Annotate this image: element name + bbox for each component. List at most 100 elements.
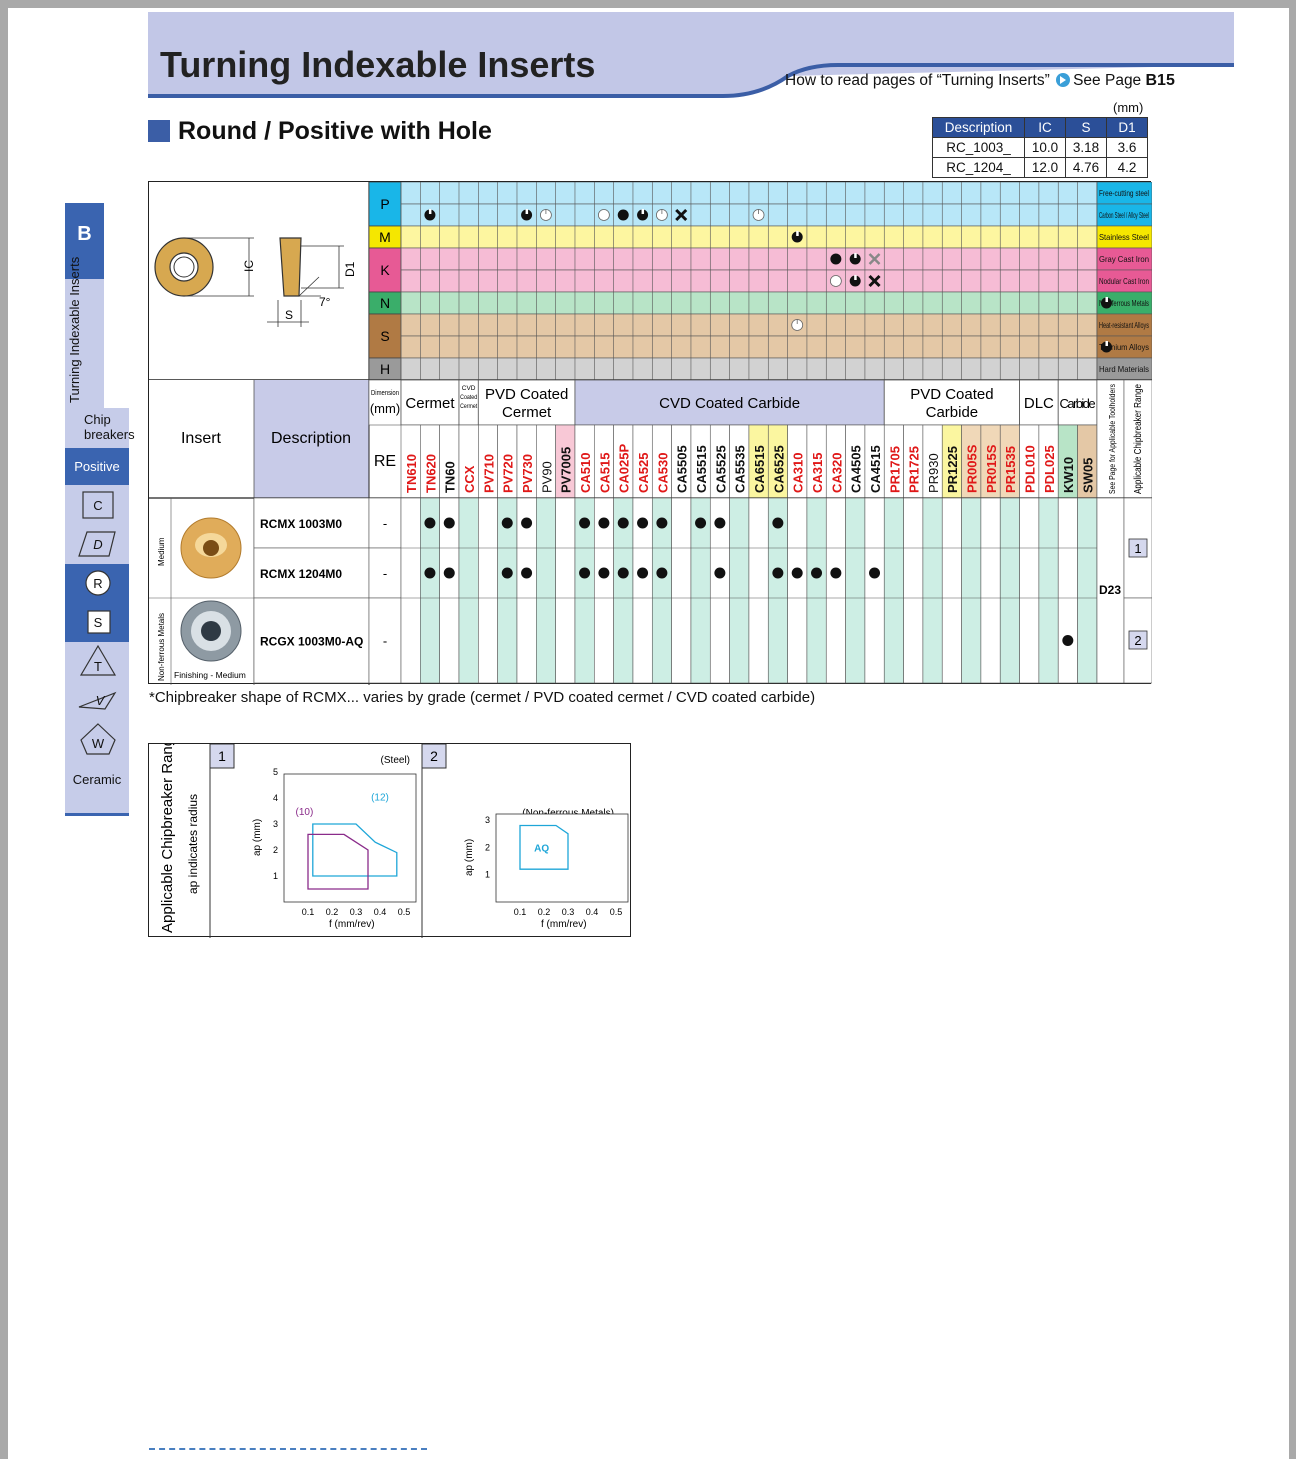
grade-label: CA310 bbox=[791, 453, 806, 493]
dim-cell: 3.18 bbox=[1065, 137, 1107, 158]
re-value: - bbox=[383, 634, 387, 649]
range-number: 1 bbox=[1134, 541, 1141, 556]
available-dot-icon bbox=[424, 567, 436, 579]
x-tick: 0.5 bbox=[398, 907, 411, 917]
half-circle-notch bbox=[1105, 297, 1108, 302]
grade-label: CA5525 bbox=[713, 445, 728, 493]
region-label: (12) bbox=[371, 793, 389, 804]
x-tick: 0.3 bbox=[562, 907, 575, 917]
grade-label: CA025P bbox=[617, 444, 632, 493]
grade-column bbox=[1057, 497, 1078, 684]
grade-column bbox=[961, 497, 982, 684]
available-dot-icon bbox=[443, 517, 455, 529]
grade-column bbox=[806, 497, 827, 684]
material-letter: K bbox=[380, 262, 390, 278]
grade-label: PR1725 bbox=[907, 446, 922, 493]
grade-label: PDL010 bbox=[1023, 445, 1038, 493]
x-tick: 0.2 bbox=[326, 907, 339, 917]
group-label: DLC bbox=[1024, 395, 1054, 412]
half-circle-notch bbox=[428, 209, 432, 214]
x-tick: 0.2 bbox=[538, 907, 551, 917]
y-tick: 1 bbox=[273, 871, 278, 881]
dim-cell: 10.0 bbox=[1024, 137, 1066, 158]
insert-side bbox=[279, 237, 302, 297]
available-dot-icon bbox=[656, 567, 668, 579]
material-name: Nodular Cast Iron bbox=[1099, 277, 1149, 286]
footnote: *Chipbreaker shape of RCMX... varies by … bbox=[149, 689, 816, 706]
ic-label: IC bbox=[242, 260, 256, 272]
dim-cell: 3.6 bbox=[1106, 137, 1148, 158]
y-tick: 2 bbox=[485, 842, 490, 852]
open-circle-icon bbox=[597, 209, 610, 221]
nav-shape-w[interactable]: W bbox=[65, 720, 129, 759]
grade-column bbox=[845, 497, 866, 684]
grade-column bbox=[555, 497, 576, 684]
nav-chip-breakers[interactable]: Chip breakers bbox=[65, 412, 135, 448]
grade-label: PR930 bbox=[926, 453, 941, 493]
shape-t-icon: T bbox=[79, 644, 117, 676]
group-label: Carbide bbox=[926, 404, 979, 421]
available-dot-icon bbox=[791, 567, 803, 579]
dimension-header: Dimension bbox=[371, 388, 399, 397]
shape-nav: Chip breakers Positive C D R S T V W Ceramic bbox=[65, 408, 135, 816]
see-page-ref[interactable]: B15 bbox=[1146, 72, 1175, 89]
group-label: Cermet bbox=[502, 404, 552, 421]
nav-shape-r[interactable]: R bbox=[65, 564, 129, 603]
x-tick: 0.4 bbox=[586, 907, 599, 917]
available-dot-icon bbox=[695, 517, 707, 529]
box-subtitle: ap indicates radius bbox=[186, 794, 200, 894]
shape-v-icon: V bbox=[78, 691, 117, 710]
range-number: 2 bbox=[1134, 633, 1141, 648]
chapter-tab-text: Turning Indexable Inserts bbox=[67, 256, 82, 403]
arrow-right-icon bbox=[1056, 73, 1071, 87]
material-name: Hard Materials bbox=[1099, 365, 1149, 374]
dim-cell: 4.76 bbox=[1065, 157, 1107, 178]
group-label: PVD Coated bbox=[485, 386, 568, 403]
nav-shape-t[interactable]: T bbox=[65, 642, 129, 681]
box-title: Applicable Chipbreaker Range bbox=[159, 744, 176, 933]
grade-column bbox=[787, 497, 808, 684]
grade-label: CA6525 bbox=[771, 445, 786, 493]
nav-positive[interactable]: Positive bbox=[65, 448, 129, 485]
grade-label: CA4505 bbox=[849, 445, 864, 493]
shape-r-icon: R bbox=[85, 570, 111, 596]
grade-column bbox=[536, 497, 556, 684]
group-label: CVD bbox=[462, 385, 476, 392]
d1-label: D1 bbox=[343, 261, 357, 277]
dim-cell: RC_1204_ bbox=[932, 157, 1025, 178]
material-name: Heat-resistant Alloys bbox=[1099, 321, 1149, 330]
x-label: f (mm/rev) bbox=[329, 919, 375, 930]
nav-shape-s[interactable]: S bbox=[65, 603, 129, 642]
available-dot-icon bbox=[1062, 635, 1074, 646]
dim-header: S bbox=[1065, 117, 1107, 138]
grade-column bbox=[980, 497, 1001, 684]
available-dot-icon bbox=[617, 567, 629, 579]
unit-label: (mm) bbox=[1113, 100, 1144, 115]
description-header: Description bbox=[271, 430, 351, 447]
nav-shape-v[interactable]: V bbox=[65, 681, 129, 720]
page-footer-line bbox=[149, 1448, 427, 1454]
grade-column bbox=[1019, 497, 1040, 684]
region-label: (10) bbox=[296, 807, 314, 818]
material-name: Gray Cast Iron bbox=[1099, 255, 1149, 264]
shape-letter: V bbox=[96, 693, 106, 708]
nav-shape-d[interactable]: D bbox=[65, 525, 129, 564]
material-letter: H bbox=[380, 361, 390, 377]
see-page-text: See Page bbox=[1073, 72, 1142, 89]
how-to-read-link[interactable]: How to read pages of “Turning Inserts” S… bbox=[785, 72, 1175, 90]
half-circle-notch bbox=[1105, 341, 1108, 346]
nav-shape-c[interactable]: C bbox=[65, 486, 129, 525]
panel-number: 1 bbox=[218, 748, 226, 764]
available-dot-icon bbox=[579, 567, 591, 579]
open-circle-icon bbox=[829, 275, 842, 287]
region-label: AQ bbox=[534, 843, 549, 854]
grade-label: CA315 bbox=[810, 453, 825, 493]
nav-ceramic[interactable]: Ceramic bbox=[65, 760, 129, 799]
material-letter: M bbox=[379, 229, 391, 245]
y-tick: 2 bbox=[273, 845, 278, 855]
grade-label: CCX bbox=[462, 465, 477, 493]
re-value: - bbox=[383, 516, 387, 531]
grade-label: TN620 bbox=[423, 454, 438, 493]
grade-grid: IC D1 S 7° P M K N S H Free-cutting steel Carbon St… bbox=[149, 182, 1152, 685]
half-circle-notch bbox=[854, 275, 857, 280]
